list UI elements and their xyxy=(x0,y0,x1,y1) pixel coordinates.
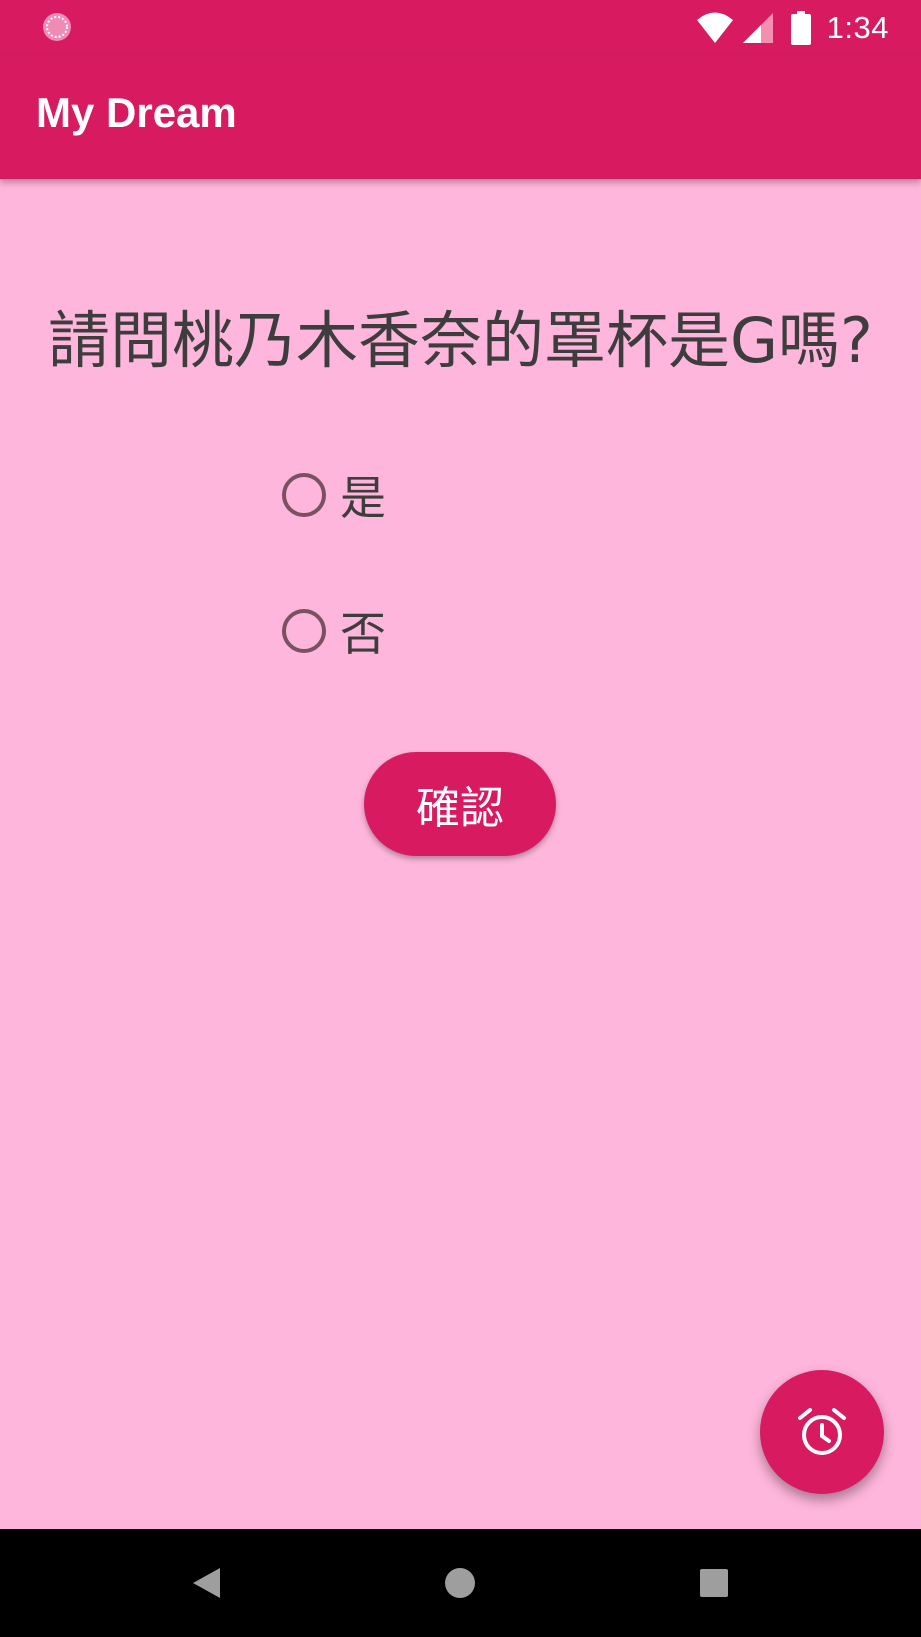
radio-label-no: 否 xyxy=(340,607,386,661)
nav-recents-button[interactable] xyxy=(690,1559,738,1607)
nav-back-button[interactable] xyxy=(182,1559,230,1607)
question-text: 請問桃乃木香奈的罩杯是G嗎? xyxy=(48,304,873,377)
app-bar: My Dream xyxy=(0,55,921,179)
loading-circle-icon xyxy=(43,13,71,41)
nav-home-button[interactable] xyxy=(436,1559,484,1607)
screen: 1:34 My Dream 請問桃乃木香奈的罩杯是G嗎? 是 否 確認 xyxy=(0,0,921,1637)
answer-radio-group: 是 否 xyxy=(282,462,386,734)
navigation-bar xyxy=(0,1529,921,1637)
status-icons: 1:34 xyxy=(695,8,889,48)
cell-signal-icon xyxy=(742,13,773,43)
status-time: 1:34 xyxy=(826,10,889,45)
back-icon xyxy=(193,1568,220,1598)
radio-button-yes[interactable] xyxy=(282,473,326,517)
radio-button-no[interactable] xyxy=(282,609,326,653)
home-icon xyxy=(445,1568,475,1598)
battery-icon xyxy=(790,11,811,45)
status-bar: 1:34 xyxy=(0,0,921,55)
confirm-button[interactable]: 確認 xyxy=(364,752,556,856)
radio-option-no[interactable]: 否 xyxy=(282,598,386,664)
wifi-icon xyxy=(696,12,733,43)
radio-label-yes: 是 xyxy=(340,471,386,525)
radio-option-yes[interactable]: 是 xyxy=(282,462,386,528)
alarm-icon xyxy=(798,1408,846,1455)
alarm-fab-button[interactable] xyxy=(760,1370,884,1494)
recents-icon xyxy=(700,1569,728,1597)
app-title: My Dream xyxy=(36,89,237,136)
